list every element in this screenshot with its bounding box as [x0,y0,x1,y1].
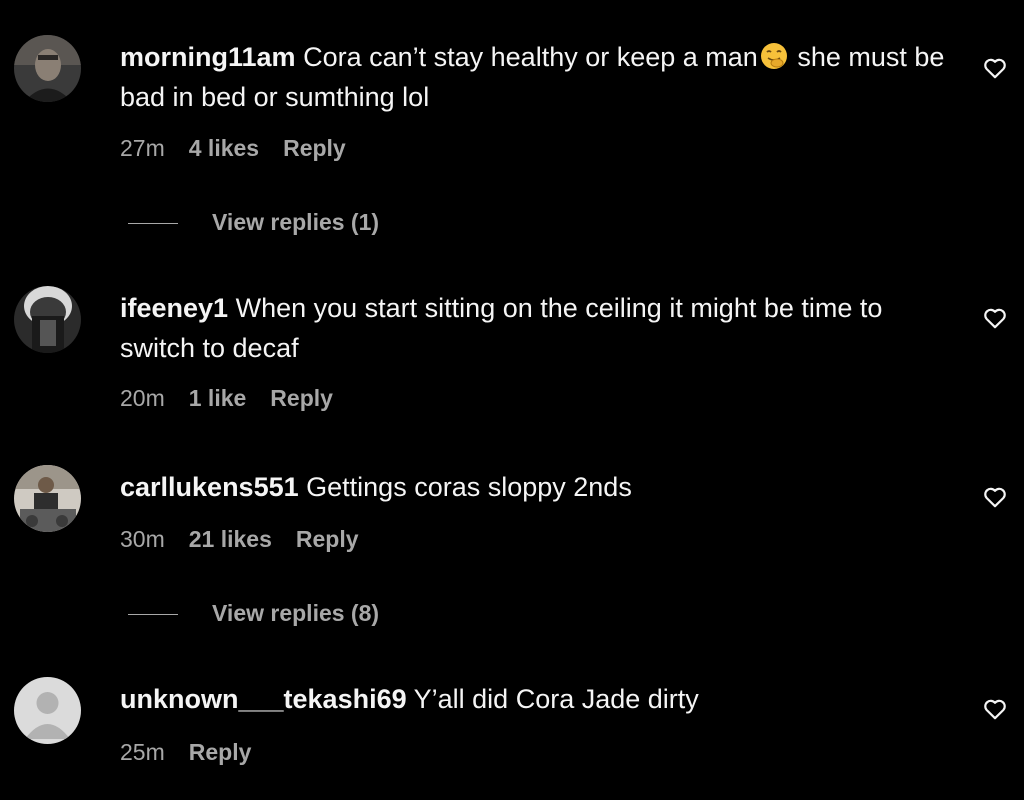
comment-meta: 25m Reply [120,737,275,767]
comment-likes[interactable]: 4 likes [189,135,259,161]
comment-username[interactable]: ifeeney1 [120,293,228,323]
comment-body: When you start sitting on the ceiling it… [120,293,883,363]
face-with-hand-over-mouth-icon [760,43,787,69]
avatar[interactable] [14,465,81,532]
reply-button[interactable]: Reply [283,135,346,161]
reply-button[interactable]: Reply [296,526,359,552]
comment-time: 25m [120,739,165,765]
heart-outline-icon[interactable] [982,305,1008,331]
heart-outline-icon[interactable] [982,696,1008,722]
comment-likes[interactable]: 1 like [189,385,247,411]
comment-text: morning11am Cora can’t stay healthy or k… [120,37,950,117]
view-replies-divider [128,223,178,225]
comment-time: 30m [120,526,165,552]
comment-time: 27m [120,135,165,161]
heart-outline-icon[interactable] [982,484,1008,510]
comment-text: carllukens551 Gettings coras sloppy 2nds [120,467,950,507]
comment-likes[interactable]: 21 likes [189,526,272,552]
heart-outline-icon[interactable] [982,55,1008,81]
comment-time: 20m [120,385,165,411]
reply-button[interactable]: Reply [270,385,333,411]
default-avatar-icon[interactable] [14,677,81,744]
view-replies-button[interactable]: View replies (1) [128,207,379,237]
reply-button[interactable]: Reply [189,739,252,765]
view-replies-button[interactable]: View replies (8) [128,598,379,628]
comment-username[interactable]: unknown___tekashi69 [120,684,407,714]
view-replies-divider [128,614,178,616]
comment-body: Gettings coras sloppy 2nds [306,472,632,502]
comment-text: ifeeney1 When you start sitting on the c… [120,288,950,368]
comment-meta: 30m 21 likes Reply [120,524,383,554]
comment-body: Y’all did Cora Jade dirty [413,684,699,714]
comment-text: unknown___tekashi69 Y’all did Cora Jade … [120,679,950,719]
avatar[interactable] [14,286,81,353]
avatar[interactable] [14,35,81,102]
comment-username[interactable]: carllukens551 [120,472,299,502]
comment-body-part1: Cora can’t stay healthy or keep a man [303,42,758,72]
comment-meta: 20m 1 like Reply [120,383,357,413]
comment-meta: 27m 4 likes Reply [120,133,370,163]
view-replies-label: View replies (1) [212,209,380,235]
comment-username[interactable]: morning11am [120,42,296,72]
view-replies-label: View replies (8) [212,600,380,626]
